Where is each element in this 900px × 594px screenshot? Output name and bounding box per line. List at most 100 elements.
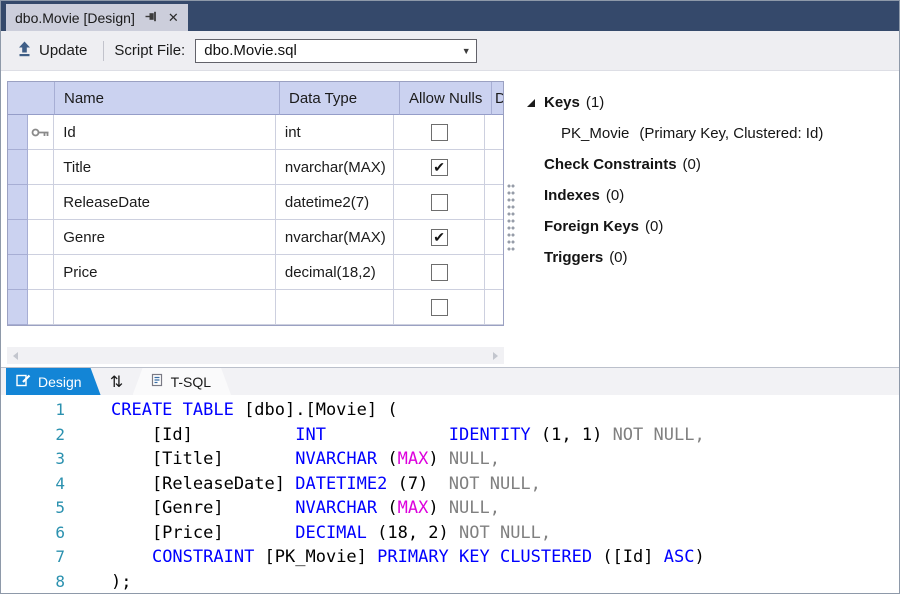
data-type-cell[interactable]: nvarchar(MAX) — [276, 150, 394, 185]
allow-nulls-checkbox[interactable] — [431, 124, 448, 141]
row-header-cell[interactable] — [8, 150, 28, 185]
code-token — [326, 425, 449, 445]
row-header-cell[interactable] — [8, 185, 28, 220]
allow-nulls-cell — [394, 290, 485, 325]
update-label: Update — [39, 42, 87, 59]
tree-item-triggers[interactable]: Triggers(0) — [516, 242, 899, 273]
data-type-cell[interactable] — [276, 290, 394, 325]
partial-cell — [485, 115, 503, 150]
expander-icon[interactable] — [527, 99, 535, 107]
code-token: NULL, — [449, 449, 500, 469]
partial-cell — [485, 220, 503, 255]
column-name-cell[interactable]: Id — [54, 115, 276, 150]
data-type-cell[interactable]: datetime2(7) — [276, 185, 394, 220]
allow-nulls-checkbox[interactable] — [431, 264, 448, 281]
line-number: 5 — [1, 496, 73, 521]
data-type-cell[interactable]: nvarchar(MAX) — [276, 220, 394, 255]
column-name-cell[interactable] — [54, 290, 276, 325]
code-token: MAX — [398, 498, 429, 518]
column-name-cell[interactable]: ReleaseDate — [54, 185, 276, 220]
pane-splitter[interactable] — [506, 71, 516, 367]
scroll-left-icon[interactable] — [7, 347, 24, 364]
column-header-name[interactable]: Name — [55, 82, 280, 115]
column-name-cell[interactable]: Title — [54, 150, 276, 185]
row-header-cell[interactable] — [8, 115, 28, 150]
tree-item-check-constraints[interactable]: Check Constraints (0) — [516, 149, 899, 180]
code-line: 2 [Id] INT IDENTITY (1, 1) NOT NULL, — [1, 423, 899, 448]
table-row[interactable] — [8, 290, 503, 325]
tree-item-keys[interactable]: Keys(1) — [516, 87, 899, 118]
row-icon-cell — [28, 220, 55, 255]
partial-cell — [485, 150, 503, 185]
design-tab-icon — [16, 373, 31, 390]
table-row[interactable]: Genrenvarchar(MAX) ✔ — [8, 220, 503, 255]
allow-nulls-checkbox[interactable] — [431, 299, 448, 316]
row-icon-cell — [28, 290, 55, 325]
code-text[interactable]: [Title] NVARCHAR (MAX) NULL, — [73, 447, 500, 472]
row-header-cell[interactable] — [8, 255, 28, 290]
allow-nulls-cell — [394, 255, 485, 290]
pin-icon[interactable] — [145, 10, 158, 26]
allow-nulls-checkbox[interactable] — [431, 194, 448, 211]
code-token: INT — [295, 425, 326, 445]
row-icon-cell — [28, 255, 55, 290]
data-type-cell[interactable]: decimal(18,2) — [276, 255, 394, 290]
swap-panes-button[interactable]: ⇅ — [101, 368, 133, 395]
code-text[interactable]: [Genre] NVARCHAR (MAX) NULL, — [73, 496, 500, 521]
code-token: ( — [377, 449, 397, 469]
tab-tsql[interactable]: T-SQL — [133, 368, 231, 395]
scroll-right-icon[interactable] — [487, 347, 504, 364]
tree-item-count: (0) — [683, 156, 701, 173]
table-row[interactable]: ReleaseDatedatetime2(7) — [8, 185, 503, 220]
code-text[interactable]: [ReleaseDate] DATETIME2 (7) NOT NULL, — [73, 472, 541, 497]
column-name-cell[interactable]: Price — [54, 255, 276, 290]
allow-nulls-checkbox[interactable]: ✔ — [431, 229, 448, 246]
document-tab[interactable]: dbo.Movie [Design] ✕ — [6, 4, 188, 31]
line-number: 7 — [1, 545, 73, 570]
code-line: 6 [Price] DECIMAL (18, 2) NOT NULL, — [1, 521, 899, 546]
script-file-value: dbo.Movie.sql — [196, 42, 456, 59]
context-pane: Keys(1)PK_Movie(Primary Key, Clustered: … — [516, 71, 899, 367]
table-row[interactable]: Idint — [8, 115, 503, 150]
column-header-data-type[interactable]: Data Type — [280, 82, 400, 115]
tree-item-count: (0) — [609, 249, 627, 266]
splitter-grip-icon — [507, 184, 515, 254]
allow-nulls-checkbox[interactable]: ✔ — [431, 159, 448, 176]
code-token: [dbo].[Movie] ( — [234, 400, 398, 420]
row-header-cell[interactable] — [8, 290, 28, 325]
tab-design[interactable]: Design — [6, 368, 101, 395]
horizontal-scrollbar[interactable] — [7, 347, 504, 364]
table-row[interactable]: Titlenvarchar(MAX) ✔ — [8, 150, 503, 185]
code-text[interactable]: CONSTRAINT [PK_Movie] PRIMARY KEY CLUSTE… — [73, 545, 705, 570]
table-row[interactable]: Pricedecimal(18,2) — [8, 255, 503, 290]
code-line: 3 [Title] NVARCHAR (MAX) NULL, — [1, 447, 899, 472]
code-text[interactable]: [Id] INT IDENTITY (1, 1) NOT NULL, — [73, 423, 705, 448]
code-text[interactable]: CREATE TABLE [dbo].[Movie] ( — [73, 398, 398, 423]
script-file-label: Script File: — [114, 42, 185, 59]
tree-item-label: Check Constraints — [544, 156, 677, 173]
scrollbar-track[interactable] — [24, 347, 487, 364]
code-token: [Genre] — [111, 498, 295, 518]
code-token: CONSTRAINT — [152, 547, 254, 567]
close-icon[interactable]: ✕ — [168, 10, 179, 26]
line-number: 4 — [1, 472, 73, 497]
code-text[interactable]: [Price] DECIMAL (18, 2) NOT NULL, — [73, 521, 551, 546]
row-icon-cell — [28, 185, 55, 220]
allow-nulls-cell — [394, 115, 485, 150]
update-button[interactable]: Update — [11, 38, 93, 64]
data-type-cell[interactable]: int — [276, 115, 394, 150]
row-header-cell[interactable] — [8, 220, 28, 255]
designer-main: NameData TypeAllow NullsD IdintTitlenvar… — [1, 71, 899, 367]
tree-item-foreign-keys[interactable]: Foreign Keys(0) — [516, 211, 899, 242]
tsql-tab-icon — [150, 373, 164, 390]
tree-item-indexes[interactable]: Indexes(0) — [516, 180, 899, 211]
code-token: IDENTITY — [449, 425, 531, 445]
script-file-dropdown[interactable]: dbo.Movie.sql ▼ — [195, 39, 477, 63]
design-tab-label: Design — [38, 374, 82, 390]
tsql-editor[interactable]: 1CREATE TABLE [dbo].[Movie] (2 [Id] INT … — [1, 395, 899, 594]
tree-child-item[interactable]: PK_Movie(Primary Key, Clustered: Id) — [516, 118, 899, 149]
allow-nulls-cell — [394, 185, 485, 220]
column-header-allow-nulls[interactable]: Allow Nulls — [400, 82, 492, 115]
code-text[interactable]: ); — [73, 570, 131, 594]
column-name-cell[interactable]: Genre — [54, 220, 276, 255]
